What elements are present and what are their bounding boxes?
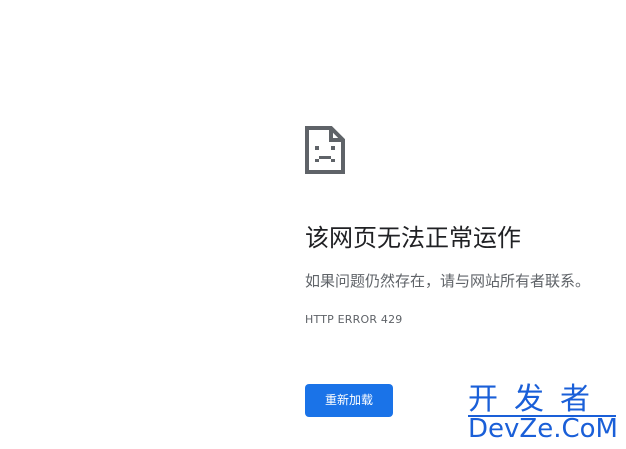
error-message: 如果问题仍然存在，请与网站所有者联系。	[305, 272, 591, 290]
sad-page-icon	[305, 126, 345, 174]
error-content: 该网页无法正常运作 如果问题仍然存在，请与网站所有者联系。 HTTP ERROR…	[305, 0, 625, 449]
reload-button[interactable]: 重新加载	[305, 384, 393, 417]
error-code: HTTP ERROR 429	[305, 313, 403, 326]
error-title: 该网页无法正常运作	[305, 224, 521, 252]
